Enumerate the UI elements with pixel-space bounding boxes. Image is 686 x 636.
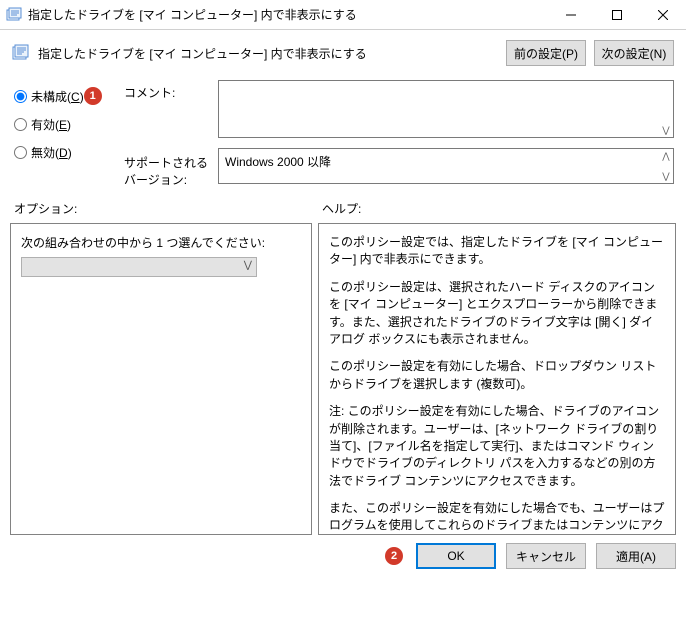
radio-disabled-input[interactable] [14, 146, 27, 159]
help-label: ヘルプ: [322, 200, 674, 217]
options-pane: 次の組み合わせの中から 1 つ選んでください: ⋁ [10, 223, 312, 535]
policy-icon [6, 7, 22, 23]
header-title: 指定したドライブを [マイ コンピューター] 内で非表示にする [38, 45, 498, 62]
options-prompt: 次の組み合わせの中から 1 つ選んでください: [21, 234, 301, 251]
help-text: このポリシー設定では、指定したドライブを [マイ コンピューター] 内で非表示に… [329, 234, 665, 535]
titlebar: 指定したドライブを [マイ コンピューター] 内で非表示にする [0, 0, 686, 30]
scroll-down-icon[interactable]: ⋁ [661, 171, 671, 181]
footer: 2 OK キャンセル 適用(A) [0, 535, 686, 577]
window-title: 指定したドライブを [マイ コンピューター] 内で非表示にする [28, 6, 548, 23]
prev-setting-button[interactable]: 前の設定(P) [506, 40, 586, 66]
header-row: 指定したドライブを [マイ コンピューター] 内で非表示にする 前の設定(P) … [0, 30, 686, 74]
options-label: オプション: [14, 200, 322, 217]
chevron-down-icon: ⋁ [244, 260, 252, 271]
radio-enabled-label: 有効(E) [31, 116, 71, 133]
maximize-button[interactable] [594, 0, 640, 29]
supported-text: Windows 2000 以降 [225, 155, 331, 169]
cancel-button[interactable]: キャンセル [506, 543, 586, 569]
radio-enabled-input[interactable] [14, 118, 27, 131]
apply-button[interactable]: 適用(A) [596, 543, 676, 569]
comment-textarea[interactable]: ⋁ [218, 80, 674, 138]
radio-not-configured-label: 未構成(C) [31, 88, 84, 105]
policy-header-icon [12, 44, 30, 62]
scroll-down-icon[interactable]: ⋁ [661, 125, 671, 135]
supported-textbox: Windows 2000 以降 ⋀ ⋁ [218, 148, 674, 184]
help-pane: このポリシー設定では、指定したドライブを [マイ コンピューター] 内で非表示に… [318, 223, 676, 535]
supported-label: サポートされるバージョン: [124, 148, 218, 188]
annotation-badge-2: 2 [385, 547, 403, 565]
close-button[interactable] [640, 0, 686, 29]
radio-not-configured-input[interactable] [14, 90, 27, 103]
radio-disabled-label: 無効(D) [31, 144, 72, 161]
radio-enabled[interactable]: 有効(E) [14, 112, 124, 136]
comment-label: コメント: [124, 80, 218, 101]
minimize-button[interactable] [548, 0, 594, 29]
annotation-badge-1: 1 [84, 87, 102, 105]
radio-disabled[interactable]: 無効(D) [14, 140, 124, 164]
next-setting-button[interactable]: 次の設定(N) [594, 40, 674, 66]
radio-not-configured[interactable]: 未構成(C) 1 [14, 84, 124, 108]
scroll-up-icon[interactable]: ⋀ [661, 151, 671, 161]
options-combobox[interactable]: ⋁ [21, 257, 257, 277]
ok-button[interactable]: OK [416, 543, 496, 569]
